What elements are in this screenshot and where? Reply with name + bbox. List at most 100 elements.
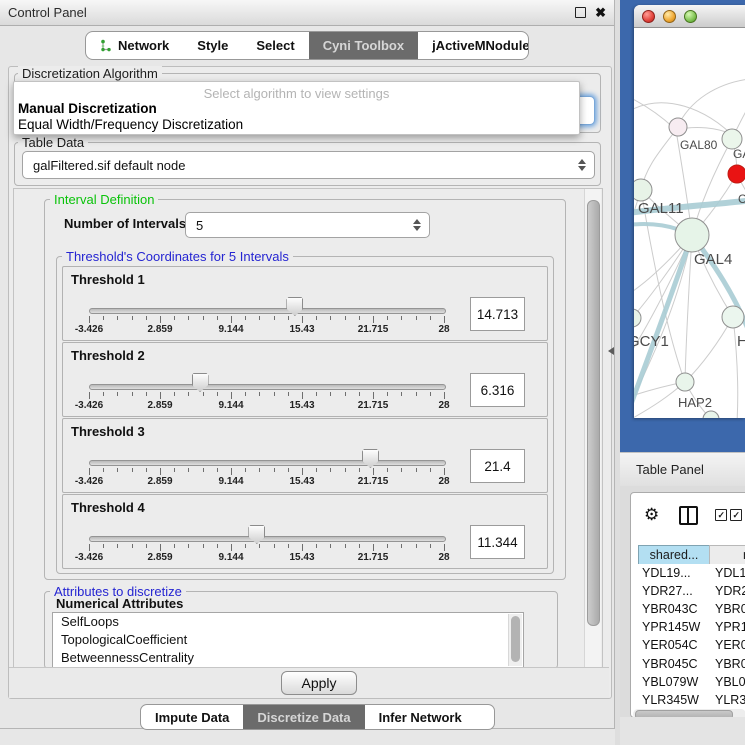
GA-node-label: GA — [733, 147, 745, 161]
table-row[interactable]: YLR345W YLR3 — [631, 691, 745, 709]
slider-tick — [430, 468, 431, 472]
GAL11-node[interactable] — [634, 179, 652, 201]
tab-discretize-data[interactable]: Discretize Data — [243, 705, 364, 729]
slider-tick — [302, 316, 303, 323]
slider-tick — [416, 468, 417, 472]
threshold-value-field[interactable]: 6.316 — [470, 373, 525, 407]
slider-tick — [160, 316, 161, 323]
checkbox-icon-1[interactable]: ✓ — [715, 509, 727, 521]
panel-title: Control Panel — [8, 5, 87, 20]
tab-impute-data[interactable]: Impute Data — [141, 705, 243, 729]
threshold-value-field[interactable]: 21.4 — [470, 449, 525, 483]
settings-scrollbar[interactable] — [584, 189, 601, 667]
table-row[interactable]: YBR043CYBR0 — [631, 600, 745, 618]
cell-shared-name: YLR345W — [642, 693, 699, 707]
threshold-panel: Threshold 3-3.4262.8599.14415.4321.71528… — [62, 418, 548, 493]
red-node[interactable] — [728, 165, 745, 183]
number-of-intervals-spinner[interactable]: 5 — [185, 212, 430, 238]
column-header-2[interactable]: na — [709, 545, 745, 565]
cell-name: YBR0 — [715, 657, 745, 671]
minimize-traffic-light-icon[interactable] — [663, 10, 676, 23]
tick-label: 9.144 — [209, 476, 253, 487]
network-view-canvas[interactable]: GAL80GACGAL11GAL4GCY1HHAP2 — [634, 27, 745, 418]
combobox-arrows-icon — [578, 159, 586, 171]
apply-button[interactable]: Apply — [281, 671, 357, 695]
splitter-arrow-icon[interactable] — [608, 347, 614, 355]
slider-tick — [117, 544, 118, 548]
table-row[interactable]: YPR145WYPR1 — [631, 618, 745, 636]
tick-label: 2.859 — [138, 400, 182, 411]
slider-tick — [416, 316, 417, 320]
close-traffic-light-icon[interactable] — [642, 10, 655, 23]
slider-track[interactable] — [89, 460, 446, 466]
network-desktop: GAL80GACGAL11GAL4GCY1HHAP2 — [620, 0, 745, 452]
slider-tick — [430, 316, 431, 320]
cell-name: YBL0 — [715, 675, 745, 689]
settings-scrollbar-thumb[interactable] — [587, 200, 600, 626]
network-window-titlebar[interactable] — [634, 5, 745, 28]
cell-name: YDR2 — [715, 584, 745, 598]
number-of-intervals-value: 5 — [196, 218, 413, 233]
table-row[interactable]: YDL19...YDL1 — [631, 564, 745, 582]
table-row[interactable]: YBL079WYBL0 — [631, 673, 745, 691]
tab-style[interactable]: Style — [183, 32, 242, 59]
tick-label: 28 — [422, 552, 466, 563]
slider-track[interactable] — [89, 384, 446, 390]
slider-tick — [132, 392, 133, 396]
numerical-attributes-list[interactable]: SelfLoopsTopologicalCoefficientBetweenne… — [52, 612, 524, 668]
slider-track[interactable] — [89, 308, 446, 314]
table-row[interactable]: YER054CYER0 — [631, 636, 745, 654]
slider-tick — [274, 544, 275, 548]
tab-infer-network[interactable]: Infer Network — [365, 705, 476, 729]
GCY1-node[interactable] — [634, 309, 641, 327]
H-node[interactable] — [722, 306, 744, 328]
threshold-value-field[interactable]: 11.344 — [470, 525, 525, 559]
column-header-1[interactable]: shared... — [638, 545, 710, 565]
slider-tick — [259, 316, 260, 320]
GAL4-node[interactable] — [675, 218, 709, 252]
HAP2-node[interactable] — [676, 373, 694, 391]
cell-name: YLR3 — [715, 693, 745, 707]
red-node-label: C — [738, 192, 745, 206]
slider-tick — [401, 316, 402, 320]
slider-tick — [359, 468, 360, 472]
table-row[interactable]: YBR045CYBR0 — [631, 655, 745, 673]
GA-node[interactable] — [722, 129, 742, 149]
table-panel-header: Table Panel — [620, 452, 745, 487]
tab-cyni-toolbox[interactable]: Cyni Toolbox — [309, 32, 418, 59]
gear-icon[interactable]: ⚙ — [644, 505, 659, 525]
table-data-selected-value: galFiltered.sif default node — [33, 158, 578, 173]
split-columns-icon[interactable] — [679, 506, 698, 525]
zoom-traffic-light-icon[interactable] — [684, 10, 697, 23]
slider-tick — [316, 468, 317, 472]
tab-network[interactable]: Network — [86, 32, 183, 59]
dropdown-option-manual-discretization[interactable]: Manual Discretization — [18, 101, 157, 116]
attribute-list-item[interactable]: BetweennessCentrality — [53, 649, 523, 667]
attribute-list-item[interactable]: TopologicalCoefficient — [53, 631, 523, 649]
GAL80-node[interactable] — [669, 118, 687, 136]
HAP2-node-label: HAP2 — [678, 395, 712, 410]
slider-tick — [146, 544, 147, 548]
slider-tick — [203, 544, 204, 548]
tab-label: Impute Data — [155, 710, 229, 725]
float-window-icon[interactable] — [575, 7, 586, 18]
attributes-list-scrollbar[interactable] — [508, 614, 522, 666]
network-edge[interactable] — [685, 317, 733, 382]
attribute-list-item[interactable]: SelfLoops — [53, 613, 523, 631]
tick-label: 9.144 — [209, 400, 253, 411]
slider-track[interactable] — [89, 536, 446, 542]
slider-tick — [203, 316, 204, 320]
table-data-combobox[interactable]: galFiltered.sif default node — [22, 151, 595, 179]
checkbox-icon-2[interactable]: ✓ — [730, 509, 742, 521]
top-tab-bar: NetworkStyleSelectCyni ToolboxjActiveMNo… — [85, 31, 529, 60]
slider-tick — [430, 544, 431, 548]
network-edge[interactable] — [676, 79, 745, 130]
close-icon[interactable]: ✖ — [595, 8, 606, 18]
threshold-value-field[interactable]: 14.713 — [470, 297, 525, 331]
dropdown-option-equal-width[interactable]: Equal Width/Frequency Discretization — [18, 117, 243, 132]
tab-select[interactable]: Select — [242, 32, 308, 59]
tab-jactivemnodules[interactable]: jActiveMNodules — [418, 32, 529, 59]
table-row[interactable]: YDR27...YDR2 — [631, 582, 745, 600]
network-graph[interactable]: GAL80GACGAL11GAL4GCY1HHAP2 — [634, 27, 745, 418]
bottom-node[interactable] — [703, 411, 719, 418]
